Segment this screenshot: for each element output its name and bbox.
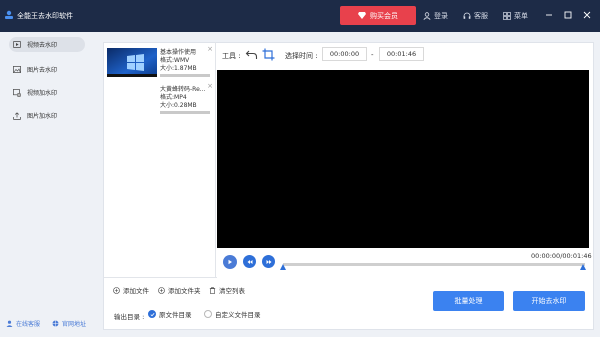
trim-end-handle[interactable] [580, 264, 586, 270]
file-list-item[interactable]: 大黄蜂转码-Re... 格式:MP4 大小:0.28MB × [103, 81, 216, 121]
file-name: 基本操作使用 [160, 49, 197, 56]
minimize-button[interactable] [543, 9, 555, 21]
file-format: 格式:WMV [160, 57, 190, 64]
file-list-item[interactable]: 基本操作使用 格式:WMV 大小:1.87MB × [103, 44, 216, 84]
crop-icon[interactable] [262, 48, 275, 61]
nav-item-label: 视频去水印 [27, 42, 58, 49]
buy-membership-label: 购买会员 [370, 11, 398, 20]
file-size: 大小:0.28MB [160, 102, 197, 109]
online-service-label: 在线客服 [16, 321, 41, 328]
user-icon [423, 12, 431, 20]
rewind-icon [247, 259, 252, 264]
add-folder-button[interactable]: 添加文件夹 [158, 285, 201, 295]
nav-item-label: 图片去水印 [27, 67, 58, 74]
video-add-icon [13, 88, 21, 97]
file-format: 格式:MP4 [160, 94, 187, 101]
plus-circle-icon [113, 286, 120, 294]
clear-list-button[interactable]: 清空列表 [209, 285, 245, 295]
video-icon [13, 41, 21, 48]
close-window-button[interactable] [581, 9, 593, 21]
maximize-icon [564, 11, 572, 19]
trim-start-handle[interactable] [280, 264, 286, 270]
radio-unchecked-icon [204, 310, 212, 318]
start-time-input[interactable]: 00:00:00 [322, 47, 367, 61]
nav-item-label: 图片加水印 [27, 113, 58, 120]
radio-checked-icon [148, 310, 156, 318]
menu-label: 菜单 [514, 12, 528, 20]
tool-label: 工具 : [222, 52, 241, 60]
file-size: 大小:1.87MB [160, 65, 197, 72]
trash-icon [209, 286, 216, 294]
person-icon [6, 320, 13, 327]
maximize-button[interactable] [562, 9, 574, 21]
file-list: 基本操作使用 格式:WMV 大小:1.87MB × 大黄蜂转码-Re... 格式… [103, 42, 216, 277]
official-site-label: 官网地址 [62, 321, 87, 328]
end-time-input[interactable]: 00:01:46 [379, 47, 424, 61]
select-time-label: 选择时间 : [285, 52, 318, 60]
menu-button[interactable]: 菜单 [503, 11, 528, 21]
batch-process-button[interactable]: 批量处理 [433, 291, 504, 311]
image-icon [13, 66, 21, 73]
minimize-icon [546, 14, 552, 16]
plus-circle-icon [158, 286, 165, 294]
image-upload-icon [13, 111, 21, 120]
login-button[interactable]: 登录 [423, 11, 448, 21]
title-bar: 全能王去水印软件 购买会员 登录 客服 菜单 [0, 0, 600, 32]
radio-custom-label: 自定义文件目录 [215, 311, 261, 319]
nav-item-image-add-watermark[interactable]: 图片加水印 [9, 108, 85, 123]
login-label: 登录 [434, 12, 448, 20]
radio-custom-directory[interactable]: 自定义文件目录 [204, 309, 261, 319]
nav-item-video-remove-watermark[interactable]: 视频去水印 [9, 37, 85, 52]
app-logo-icon [5, 10, 13, 19]
globe-icon [52, 320, 59, 327]
timeline-track[interactable] [283, 263, 585, 266]
file-progress-bar [160, 74, 210, 77]
start-remove-watermark-button[interactable]: 开始去水印 [513, 291, 585, 311]
remove-file-icon[interactable]: × [207, 45, 213, 53]
diamond-icon [358, 12, 366, 19]
nav-item-video-add-watermark[interactable]: 视频加水印 [9, 85, 85, 100]
play-icon [228, 259, 232, 265]
clear-list-label: 清空列表 [219, 287, 245, 295]
remove-file-icon[interactable]: × [207, 82, 213, 90]
time-range-dash: - [371, 51, 374, 59]
radio-original-label: 原文件目录 [159, 311, 192, 319]
next-frame-button[interactable] [262, 255, 275, 268]
current-time: 00:00:00 [531, 252, 561, 260]
video-thumbnail [107, 48, 157, 77]
undo-icon[interactable] [245, 48, 258, 61]
official-site-link[interactable]: 官网地址 [52, 319, 86, 328]
add-file-button[interactable]: 添加文件 [113, 285, 149, 295]
radio-original-directory[interactable]: 原文件目录 [148, 309, 192, 319]
play-button[interactable] [223, 255, 237, 269]
buy-membership-button[interactable]: 购买会员 [340, 6, 416, 25]
customer-service-label: 客服 [474, 12, 488, 20]
customer-service-button[interactable]: 客服 [463, 11, 488, 21]
app-title: 全能王去水印软件 [17, 12, 73, 20]
file-list-divider [104, 277, 217, 278]
fast-forward-icon [266, 259, 271, 264]
previous-frame-button[interactable] [243, 255, 256, 268]
total-time: 00:01:46 [562, 252, 592, 260]
grid-menu-icon [503, 12, 511, 20]
headset-icon [463, 12, 471, 19]
add-folder-label: 添加文件夹 [168, 287, 201, 295]
close-icon [583, 11, 591, 19]
nav-item-image-remove-watermark[interactable]: 图片去水印 [9, 62, 85, 77]
add-file-label: 添加文件 [123, 287, 149, 295]
nav-item-label: 视频加水印 [27, 90, 58, 97]
file-info: 大黄蜂转码-Re... 格式:MP4 大小:0.28MB [160, 86, 205, 110]
file-name: 大黄蜂转码-Re... [160, 86, 206, 93]
left-nav [0, 32, 90, 337]
file-progress-bar [160, 111, 210, 114]
time-readout: 00:00:00/00:01:46 [531, 252, 592, 260]
video-preview[interactable] [217, 70, 589, 248]
file-info: 基本操作使用 格式:WMV 大小:1.87MB [160, 49, 197, 73]
output-directory-label: 输出目录 : [114, 313, 145, 321]
online-service-link[interactable]: 在线客服 [6, 319, 40, 328]
